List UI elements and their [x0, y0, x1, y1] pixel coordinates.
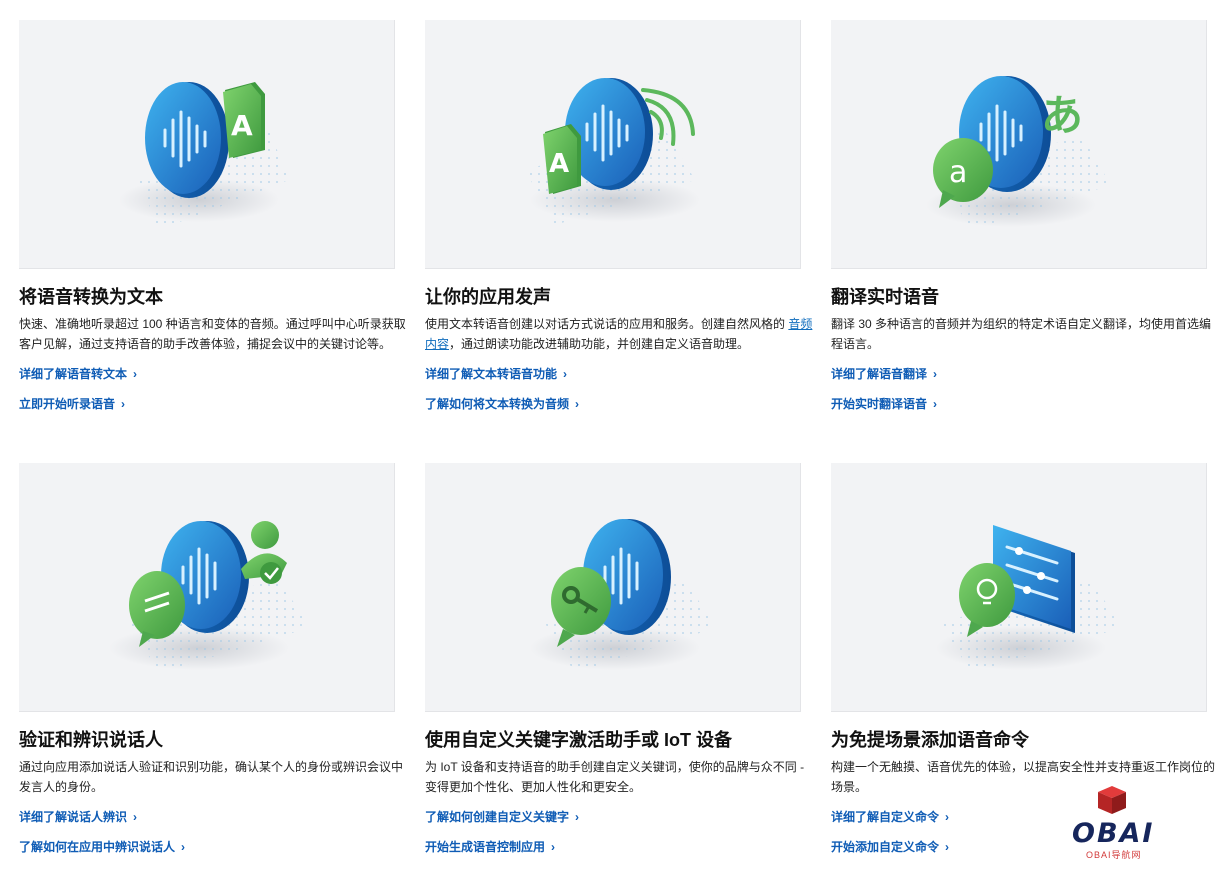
card-title: 让你的应用发声 [425, 287, 551, 307]
card-text-to-speech: A 让你的应用发声 使用文本转语音创建以对话方式说话的应用和服务。创建自然风格的… [425, 20, 812, 428]
card-illustration [19, 463, 395, 712]
svg-text:あ: あ [1041, 91, 1083, 140]
card-title: 验证和辨识说话人 [19, 730, 163, 750]
get-started-link[interactable]: 开始生成语音控制应用 › [425, 838, 801, 868]
svg-text:A: A [231, 109, 253, 142]
document-letter-a-icon: A [223, 82, 265, 158]
card-speech-translation: あ a 翻译实时语音 翻译 30 多种语言的音频并为组织的特定术语自定义翻译，均… [831, 20, 1211, 428]
watermark-logo: OBAI OBAI导航网 [1068, 782, 1168, 862]
card-description: 通过向应用添加说话人验证和识别功能，确认某个人的身份或辨识会议中发言人的身份。 [19, 760, 404, 794]
document-letter-a-icon: A [543, 124, 581, 194]
card-description: 使用文本转语音创建以对话方式说话的应用和服务。创建自然风格的 音频内容，通过朗读… [425, 317, 813, 351]
chevron-right-icon: › [563, 367, 568, 381]
translation-character-icon: あ [1041, 91, 1083, 140]
watermark-subtext: OBAI导航网 [1086, 850, 1142, 860]
feature-grid: A 将语音转换为文本 快速、准确地听录超过 100 种语言和变体的音频。通过呼叫… [19, 20, 1215, 871]
learn-more-link[interactable]: 详细了解文本转语音功能 › [425, 365, 801, 395]
cube-logo-icon [1098, 786, 1126, 814]
card-description: 为 IoT 设备和支持语音的助手创建自定义关键词，使你的品牌与众不同 - 变得更… [425, 760, 805, 794]
card-illustration: A [19, 20, 395, 269]
card-illustration: A [425, 20, 801, 269]
get-started-link[interactable]: 了解如何将文本转换为音频 › [425, 395, 801, 425]
chevron-right-icon: › [181, 840, 186, 854]
get-started-link[interactable]: 了解如何在应用中辨识说话人 › [19, 838, 395, 868]
svg-text:a: a [949, 155, 967, 190]
card-title: 翻译实时语音 [831, 287, 939, 307]
verified-user-icon [241, 521, 287, 584]
card-speaker-recognition: 验证和辨识说话人 通过向应用添加说话人验证和识别功能，确认某个人的身份或辨识会议… [19, 463, 403, 871]
learn-more-link[interactable]: 详细了解语音转文本 › [19, 365, 395, 395]
card-keyword-activation: 使用自定义关键字激活助手或 IoT 设备 为 IoT 设备和支持语音的助手创建自… [425, 463, 804, 871]
chevron-right-icon: › [945, 840, 950, 854]
chevron-right-icon: › [945, 810, 950, 824]
card-illustration [425, 463, 801, 712]
card-illustration [831, 463, 1207, 712]
chevron-right-icon: › [133, 810, 138, 824]
card-title: 将语音转换为文本 [19, 287, 163, 307]
card-title: 为免提场景添加语音命令 [831, 730, 1029, 750]
card-illustration: あ a [831, 20, 1207, 269]
chevron-right-icon: › [933, 367, 938, 381]
get-started-link[interactable]: 立即开始听录语音 › [19, 395, 395, 425]
card-description: 快速、准确地听录超过 100 种语言和变体的音频。通过呼叫中心听录获取客户见解，… [19, 317, 406, 351]
card-description: 翻译 30 多种语言的音频并为组织的特定术语自定义翻译，均使用首选编程语言。 [831, 317, 1212, 351]
card-speech-to-text: A 将语音转换为文本 快速、准确地听录超过 100 种语言和变体的音频。通过呼叫… [19, 20, 406, 428]
chevron-right-icon: › [933, 397, 938, 411]
learn-more-link[interactable]: 详细了解语音翻译 › [831, 365, 1207, 395]
chevron-right-icon: › [133, 367, 138, 381]
learn-more-link[interactable]: 详细了解说话人辨识 › [19, 808, 395, 838]
get-started-link[interactable]: 开始实时翻译语音 › [831, 395, 1207, 425]
chevron-right-icon: › [551, 840, 556, 854]
chevron-right-icon: › [575, 397, 580, 411]
chevron-right-icon: › [121, 397, 126, 411]
card-title: 使用自定义关键字激活助手或 IoT 设备 [425, 730, 732, 750]
learn-more-link[interactable]: 了解如何创建自定义关键字 › [425, 808, 801, 838]
watermark-text: OBAI [1072, 818, 1155, 849]
chevron-right-icon: › [575, 810, 580, 824]
svg-text:A: A [549, 149, 569, 179]
